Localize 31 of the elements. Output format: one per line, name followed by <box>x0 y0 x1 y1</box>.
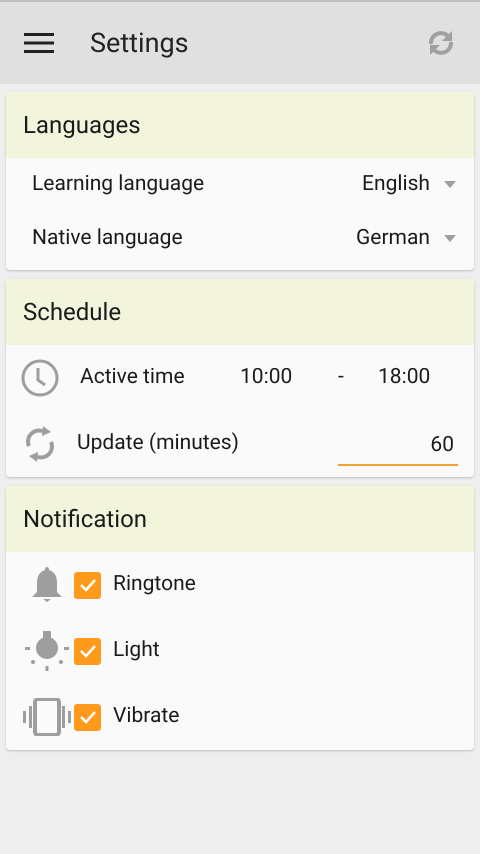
language-dropdown[interactable]: German <box>356 223 456 255</box>
refresh-icon[interactable] <box>426 28 456 58</box>
sync-icon <box>23 424 57 464</box>
end-time[interactable]: 18:00 <box>378 362 430 394</box>
checkbox[interactable] <box>74 638 101 664</box>
section-title: Languages <box>23 110 141 141</box>
setting-label: Ringtone <box>113 571 196 598</box>
vibrate-icon <box>22 698 72 736</box>
section-title: Schedule <box>23 297 122 328</box>
minutes-input[interactable]: 60 <box>338 430 458 466</box>
start-time[interactable]: 10:00 <box>240 362 338 394</box>
clock-icon <box>20 358 60 398</box>
check-icon <box>78 578 96 592</box>
menu-icon[interactable] <box>24 32 54 54</box>
setting-label: Native language <box>32 225 184 252</box>
section-title: Notification <box>23 504 148 535</box>
setting-label: Active time <box>80 364 186 392</box>
checkbox[interactable] <box>74 572 101 598</box>
light-bulb-icon <box>24 629 70 673</box>
check-icon <box>78 710 96 724</box>
language-dropdown[interactable]: English <box>362 169 456 201</box>
checkbox[interactable] <box>74 704 101 730</box>
dropdown-arrow-icon <box>444 181 456 189</box>
setting-label: Update (minutes) <box>77 430 240 458</box>
time-separator: - <box>338 364 345 392</box>
app-title: Settings <box>90 26 190 61</box>
dropdown-arrow-icon <box>444 235 456 243</box>
setting-label: Vibrate <box>113 703 180 730</box>
check-icon <box>78 644 96 658</box>
setting-label: Light <box>113 637 160 664</box>
setting-label: Learning language <box>32 171 206 198</box>
